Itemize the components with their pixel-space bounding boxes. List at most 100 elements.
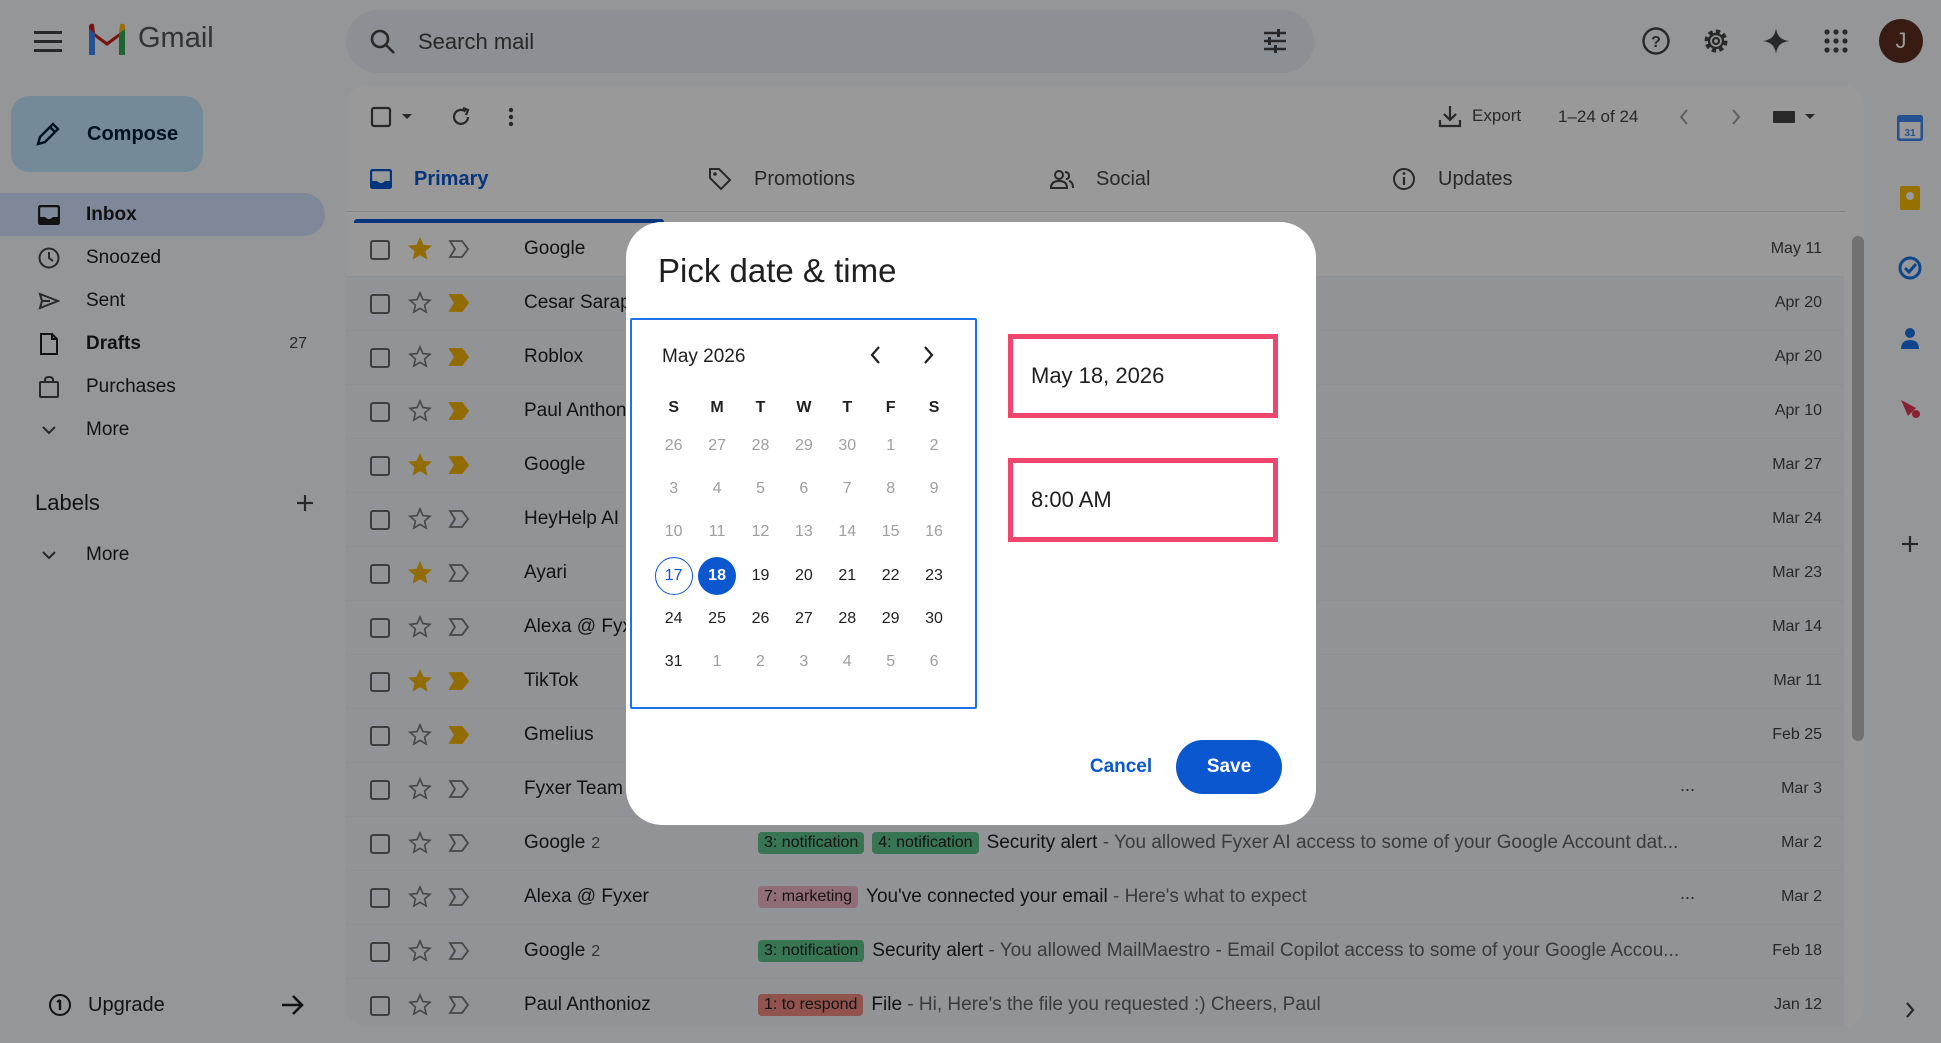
calendar-day[interactable]: 8: [869, 467, 912, 510]
cancel-button[interactable]: Cancel: [1076, 744, 1166, 790]
pick-date-time-dialog: Pick date & time May 2026 S M T W T F S 26 27 28 2…: [626, 222, 1316, 825]
weekday-label: M: [710, 399, 724, 416]
calendar-day-number: 12: [751, 523, 770, 541]
calendar-day[interactable]: 22: [869, 554, 912, 597]
calendar-picker: May 2026 S M T W T F S 26 27 28 29 30 1 2 3 4 5 6 7 8 9 10 11 1…: [630, 318, 977, 709]
calendar-day-number: 29: [881, 609, 900, 627]
calendar-day-number: 6: [799, 479, 809, 497]
save-button[interactable]: Save: [1176, 740, 1282, 794]
weekday-label: S: [668, 399, 680, 416]
calendar-day-number: 5: [756, 479, 765, 497]
calendar-grid: S M T W T F S 26 27 28 29 30 1 2 3 4 5 6 7 8 9 10 11 12 13 14 15 16…: [652, 392, 956, 684]
calendar-day-number: 25: [708, 609, 726, 627]
calendar-day[interactable]: 4: [826, 640, 869, 683]
calendar-day-number: 2: [929, 436, 939, 454]
calendar-month-label: May 2026: [662, 346, 746, 367]
calendar-day-number: 3: [799, 653, 809, 671]
calendar-day-number: 31: [664, 653, 683, 671]
calendar-day[interactable]: 15: [869, 511, 912, 554]
calendar-day-today[interactable]: 17: [652, 554, 695, 597]
calendar-day[interactable]: 3: [782, 640, 825, 683]
calendar-day-number: 22: [881, 566, 900, 584]
calendar-day-number: 10: [664, 523, 683, 541]
calendar-day[interactable]: 27: [695, 424, 738, 467]
calendar-day-number: 4: [842, 653, 852, 671]
calendar-day[interactable]: 29: [782, 424, 825, 467]
calendar-day-number: 15: [881, 523, 900, 541]
calendar-day[interactable]: 7: [826, 467, 869, 510]
calendar-day[interactable]: 28: [739, 424, 782, 467]
calendar-day-number: 6: [929, 653, 939, 671]
calendar-day-number: 18: [698, 556, 737, 595]
calendar-day-number: 3: [669, 479, 679, 497]
weekday-label: W: [796, 399, 812, 416]
calendar-day[interactable]: 14: [826, 511, 869, 554]
weekday-label: T: [755, 399, 766, 416]
calendar-day-number: 27: [708, 436, 726, 454]
calendar-week: 24 25 26 27 28 29 30: [652, 597, 956, 640]
calendar-day-number: 26: [664, 436, 683, 454]
calendar-day[interactable]: 4: [695, 467, 738, 510]
calendar-day-selected[interactable]: 18: [695, 554, 738, 597]
calendar-day[interactable]: 9: [912, 467, 955, 510]
calendar-day[interactable]: 27: [782, 597, 825, 640]
calendar-day-number: 7: [842, 479, 852, 497]
calendar-day[interactable]: 31: [652, 640, 695, 683]
calendar-day[interactable]: 11: [695, 511, 738, 554]
chevron-right-icon: [924, 346, 934, 364]
calendar-week: 31 1 2 3 4 5 6: [652, 640, 956, 683]
calendar-day-number: 14: [838, 523, 857, 541]
calendar-day[interactable]: 28: [826, 597, 869, 640]
calendar-day-number: 29: [794, 436, 813, 454]
date-input[interactable]: May 18, 2026: [1008, 334, 1278, 418]
calendar-day[interactable]: 16: [912, 511, 955, 554]
calendar-day[interactable]: 20: [782, 554, 825, 597]
calendar-day[interactable]: 1: [695, 640, 738, 683]
calendar-day-number: 17: [654, 556, 693, 595]
weekday-header: SMTWTFS: [652, 392, 956, 424]
calendar-day[interactable]: 25: [695, 597, 738, 640]
calendar-day-number: 20: [794, 566, 813, 584]
calendar-day[interactable]: 2: [912, 424, 955, 467]
calendar-day[interactable]: 23: [912, 554, 955, 597]
calendar-day[interactable]: 3: [652, 467, 695, 510]
calendar-day-number: 30: [925, 609, 943, 627]
weekday-label: S: [928, 399, 940, 416]
calendar-day[interactable]: 13: [782, 511, 825, 554]
calendar-day-number: 4: [712, 479, 722, 497]
calendar-day[interactable]: 6: [912, 640, 955, 683]
calendar-day-number: 28: [838, 609, 857, 627]
calendar-day[interactable]: 30: [912, 597, 955, 640]
calendar-day[interactable]: 26: [739, 597, 782, 640]
calendar-day[interactable]: 5: [869, 640, 912, 683]
calendar-day-number: 5: [886, 653, 896, 671]
calendar-day[interactable]: 5: [739, 467, 782, 510]
chevron-left-icon: [870, 346, 880, 364]
calendar-day-number: 26: [751, 609, 770, 627]
calendar-day[interactable]: 24: [652, 597, 695, 640]
calendar-day-number: 16: [925, 523, 943, 541]
next-month-button[interactable]: [922, 344, 936, 366]
calendar-day-number: 28: [751, 436, 770, 454]
calendar-day[interactable]: 1: [869, 424, 912, 467]
calendar-day-number: 8: [886, 479, 896, 497]
calendar-day-number: 1: [886, 436, 896, 454]
calendar-day[interactable]: 12: [739, 511, 782, 554]
calendar-day-number: 23: [925, 566, 943, 584]
calendar-day[interactable]: 21: [826, 554, 869, 597]
calendar-day[interactable]: 26: [652, 424, 695, 467]
calendar-day-number: 2: [756, 653, 765, 671]
prev-month-button[interactable]: [868, 344, 882, 366]
calendar-day[interactable]: 30: [826, 424, 869, 467]
calendar-day[interactable]: 6: [782, 467, 825, 510]
calendar-day[interactable]: 10: [652, 511, 695, 554]
time-input[interactable]: 8:00 AM: [1008, 458, 1278, 542]
calendar-day-number: 19: [751, 566, 770, 584]
calendar-day[interactable]: 19: [739, 554, 782, 597]
calendar-day[interactable]: 29: [869, 597, 912, 640]
weekday-label: T: [842, 399, 853, 416]
weekday-label: F: [885, 399, 896, 416]
calendar-day-number: 11: [708, 523, 726, 541]
calendar-day-number: 1: [712, 653, 722, 671]
calendar-day[interactable]: 2: [739, 640, 782, 683]
